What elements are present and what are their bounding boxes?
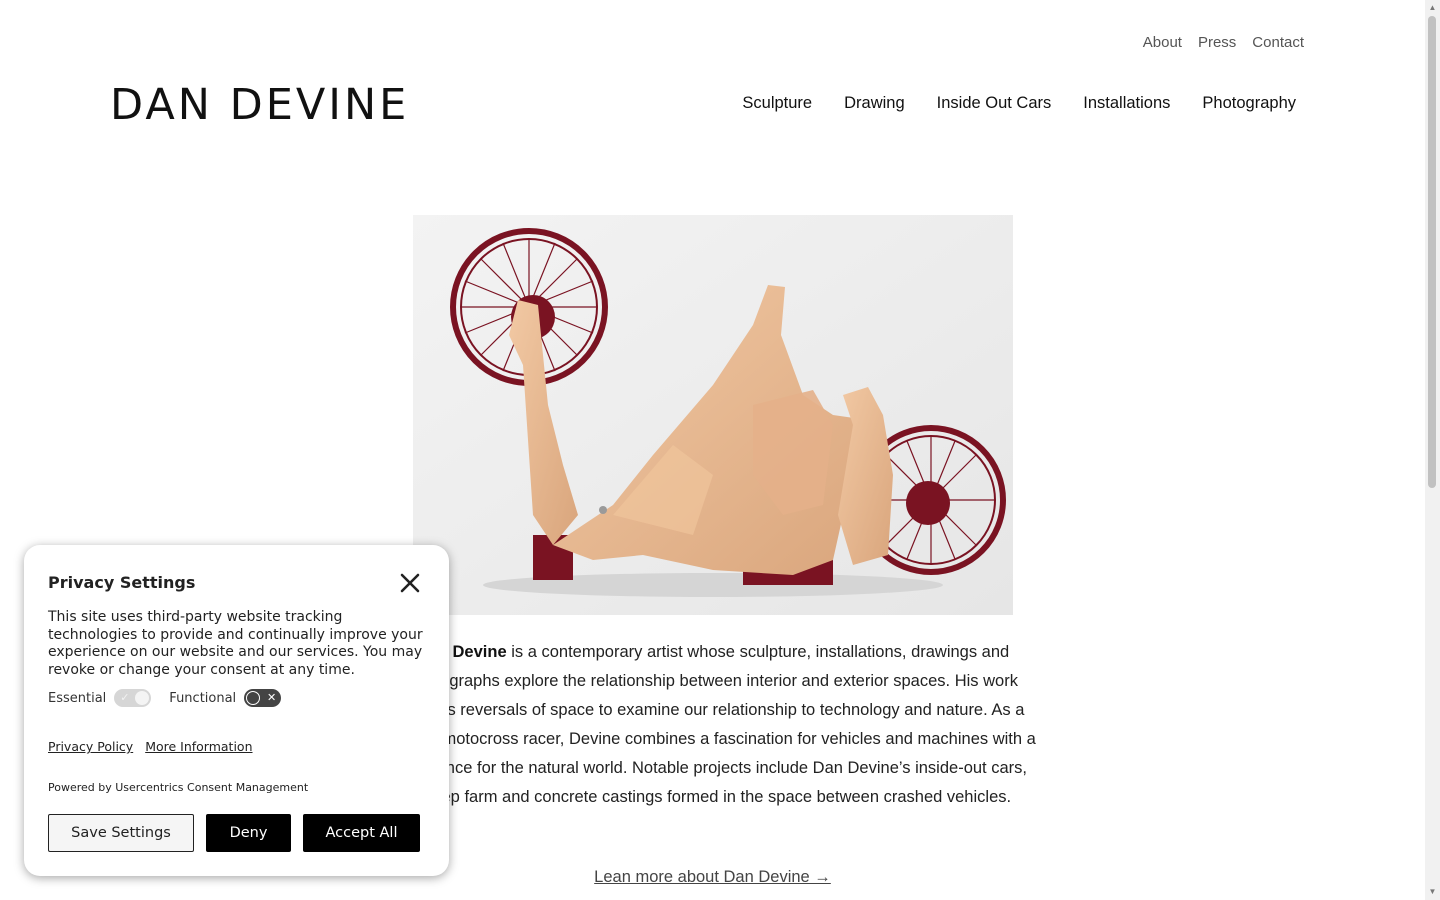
artist-bio: Dan Devine is a contemporary artist whos… xyxy=(384,638,1042,812)
privacy-policy-link[interactable]: Privacy Policy xyxy=(48,739,133,754)
site-logo[interactable]: DAN DEVINE xyxy=(110,80,409,130)
toggle-functional[interactable]: ✕ xyxy=(244,689,282,707)
toggle-functional-label: Functional xyxy=(169,690,237,706)
scroll-up-icon[interactable]: ▲ xyxy=(1425,1,1440,15)
toggle-essential-label: Essential xyxy=(48,690,107,706)
utility-nav: About Press Contact xyxy=(1143,34,1304,51)
x-icon: ✕ xyxy=(266,691,277,704)
nav-sculpture-link[interactable]: Sculpture xyxy=(742,94,812,113)
privacy-buttons: Save Settings Deny Accept All xyxy=(48,814,420,852)
more-information-link[interactable]: More Information xyxy=(145,739,252,754)
nav-press-link[interactable]: Press xyxy=(1198,34,1236,51)
powered-by-text: Powered by Usercentrics Consent Manageme… xyxy=(48,781,309,794)
page: About Press Contact DAN DEVINE Sculpture… xyxy=(0,0,1440,900)
scroll-thumb[interactable] xyxy=(1428,16,1436,488)
nav-installations-link[interactable]: Installations xyxy=(1083,94,1170,113)
save-settings-button[interactable]: Save Settings xyxy=(48,814,194,852)
nav-photography-link[interactable]: Photography xyxy=(1202,94,1296,113)
consent-toggles: Essential ✓ Functional ✕ xyxy=(48,689,299,707)
nav-inside-out-cars-link[interactable]: Inside Out Cars xyxy=(937,94,1052,113)
main-nav: Sculpture Drawing Inside Out Cars Instal… xyxy=(742,94,1296,113)
close-icon[interactable] xyxy=(398,571,422,595)
privacy-title: Privacy Settings xyxy=(48,573,196,592)
page-scrollbar[interactable]: ▲ ▼ xyxy=(1425,0,1440,900)
nav-drawing-link[interactable]: Drawing xyxy=(844,94,905,113)
bio-text: is a contemporary artist whose sculpture… xyxy=(390,643,1036,806)
privacy-links: Privacy Policy More Information xyxy=(48,739,253,754)
learn-more-link[interactable]: Lean more about Dan Devine → xyxy=(594,868,831,886)
hero-image xyxy=(413,215,1013,615)
privacy-settings-dialog: Privacy Settings This site uses third-pa… xyxy=(24,545,449,876)
check-icon: ✓ xyxy=(120,691,130,704)
toggle-essential: ✓ xyxy=(114,689,152,707)
nav-about-link[interactable]: About xyxy=(1143,34,1182,51)
accept-all-button[interactable]: Accept All xyxy=(303,814,420,852)
scroll-down-icon[interactable]: ▼ xyxy=(1425,885,1440,899)
nav-contact-link[interactable]: Contact xyxy=(1252,34,1304,51)
deny-button[interactable]: Deny xyxy=(206,814,291,852)
privacy-description: This site uses third-party website track… xyxy=(48,609,423,678)
